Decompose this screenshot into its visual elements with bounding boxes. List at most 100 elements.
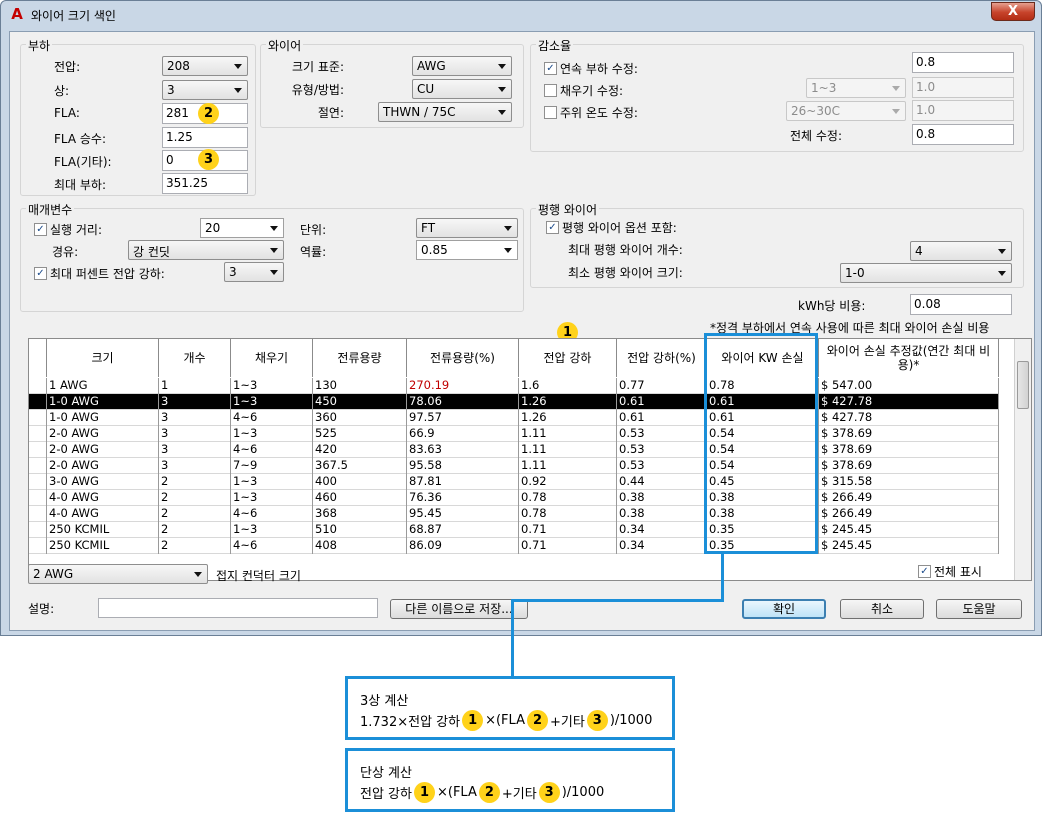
table-cell: 0.77 — [617, 378, 707, 394]
check-icon: ✓ — [546, 221, 559, 234]
fill-checkbox[interactable]: 채우기 수정: — [544, 82, 623, 99]
badge-3: 3 — [538, 782, 560, 803]
chevron-down-icon — [892, 109, 900, 114]
vertical-scrollbar[interactable] — [1014, 339, 1031, 580]
column-header[interactable]: 크기 — [47, 339, 159, 377]
table-cell: 2-0 AWG — [47, 442, 159, 458]
route-select[interactable]: 강 컨딧 — [128, 240, 284, 260]
run-distance-checkbox[interactable]: ✓ 실행 거리: — [34, 221, 102, 238]
table-cell: 3 — [159, 458, 231, 474]
continuous-load-checkbox[interactable]: ✓ 연속 부하 수정: — [544, 60, 638, 77]
close-button[interactable]: X — [991, 2, 1035, 21]
max-voltage-drop-label: 최대 퍼센트 전압 강하: — [50, 267, 165, 281]
table-cell: 460 — [313, 490, 407, 506]
row-selector[interactable] — [29, 394, 47, 410]
column-header[interactable]: 전류용량 — [313, 339, 407, 377]
max-voltage-drop-select[interactable]: 3 — [224, 262, 284, 282]
kwh-cost-input[interactable]: 0.08 — [910, 294, 1012, 315]
phase-select-value: 3 — [167, 83, 175, 97]
max-load-input[interactable]: 351.25 — [162, 173, 248, 194]
help-button[interactable]: 도움말 — [936, 599, 1022, 619]
unit-select[interactable]: FT — [416, 218, 518, 238]
derate-group-title: 감소율 — [536, 37, 574, 54]
scrollbar-thumb[interactable] — [1017, 361, 1029, 409]
table-row[interactable]: 4-0 AWG 2 4~6 368 95.45 0.78 0.38 0.38 $ 266.49 — [29, 506, 999, 522]
table-cell: 87.81 — [407, 474, 519, 490]
description-input[interactable] — [98, 598, 378, 618]
row-selector[interactable] — [29, 490, 47, 506]
save-as-button[interactable]: 다른 이름으로 저장... — [390, 599, 528, 619]
insulation-select[interactable]: THWN / 75C — [378, 102, 512, 122]
show-all-checkbox[interactable]: ✓ 전체 표시 — [918, 563, 982, 580]
table-cell: 270.19 — [407, 378, 519, 394]
table-row[interactable]: 2-0 AWG 3 4~6 420 83.63 1.11 0.53 0.54 $ 378.69 — [29, 442, 999, 458]
table-cell: 510 — [313, 522, 407, 538]
table-cell: 86.09 — [407, 538, 519, 554]
max-parallel-select[interactable]: 4 — [910, 241, 1012, 261]
dialog-body: 부하 전압: 208 상: 3 FLA: 281 FLA 승수: 1.25 FL… — [9, 31, 1035, 631]
power-factor-select[interactable]: 0.85 — [416, 240, 518, 260]
table-row[interactable]: 250 KCMIL 2 1~3 510 68.87 0.71 0.34 0.35 $ 245.4… — [29, 522, 999, 538]
size-standard-select[interactable]: AWG — [412, 56, 512, 76]
table-cell: 1.26 — [519, 394, 617, 410]
power-factor-value: 0.85 — [421, 243, 448, 257]
callout-line-horizontal — [511, 599, 724, 602]
table-cell: 368 — [313, 506, 407, 522]
table-row[interactable]: 2-0 AWG 3 1~3 525 66.9 1.11 0.53 0.54 $ 378.69 — [29, 426, 999, 442]
column-header[interactable]: 전압 강하(%) — [617, 339, 707, 377]
parallel-include-checkbox[interactable]: ✓ 평행 와이어 옵션 포함: — [546, 219, 677, 236]
table-row[interactable]: 1 AWG 1 1~3 130 270.19 1.6 0.77 0.78 $ 547.00 — [29, 378, 999, 394]
wire-type-select[interactable]: CU — [412, 79, 512, 99]
row-selector[interactable] — [29, 410, 47, 426]
table-row[interactable]: 1-0 AWG 3 1~3 450 78.06 1.26 0.61 0.61 $ 427.78 — [29, 394, 999, 410]
row-selector[interactable] — [29, 474, 47, 490]
insulation-value: THWN / 75C — [383, 105, 456, 119]
min-parallel-size-label: 최소 평행 와이어 크기: — [568, 266, 683, 280]
column-header[interactable]: 개수 — [159, 339, 231, 377]
table-cell: 1~3 — [231, 394, 313, 410]
chevron-down-icon — [270, 270, 278, 275]
row-selector[interactable] — [29, 426, 47, 442]
wire-results-table[interactable]: 크기 개수 채우기 전류용량 전류용량(%) 전압 강하 전압 강하(%) 와이어 KW 손실… — [28, 338, 1032, 581]
table-row[interactable]: 1-0 AWG 3 4~6 360 97.57 1.26 0.61 0.61 $ 427.78 — [29, 410, 999, 426]
formula-part: )/1000 — [609, 713, 653, 728]
column-header[interactable]: 전압 강하 — [519, 339, 617, 377]
run-distance-select[interactable]: 20 — [200, 218, 284, 238]
ambient-input[interactable]: 1.0 — [912, 100, 1014, 121]
row-selector[interactable] — [29, 506, 47, 522]
wire-size-dialog: A 와이어 크기 색인 X 부하 전압: 208 상: 3 FLA: 281 F… — [0, 0, 1042, 636]
table-row[interactable]: 4-0 AWG 2 1~3 460 76.36 0.78 0.38 0.38 $ 266.49 — [29, 490, 999, 506]
ok-button[interactable]: 확인 — [742, 599, 826, 619]
row-selector[interactable] — [29, 522, 47, 538]
row-selector[interactable] — [29, 442, 47, 458]
row-selector[interactable] — [29, 458, 47, 474]
ambient-checkbox[interactable]: 주위 온도 수정: — [544, 104, 638, 121]
size-standard-value: AWG — [417, 59, 446, 73]
fla-multiplier-input[interactable]: 1.25 — [162, 127, 248, 148]
badge-3: 3 — [198, 149, 219, 170]
chevron-down-icon — [998, 271, 1006, 276]
row-selector[interactable] — [29, 378, 47, 394]
table-cell: 450 — [313, 394, 407, 410]
column-header[interactable]: 전류용량(%) — [407, 339, 519, 377]
fla-label: FLA: — [54, 106, 80, 120]
column-header[interactable]: 와이어 손실 추정값(연간 최대 비용)* — [819, 339, 999, 377]
column-header[interactable]: 채우기 — [231, 339, 313, 377]
continuous-load-input[interactable]: 0.8 — [912, 52, 1014, 73]
fill-input[interactable]: 1.0 — [912, 77, 1014, 98]
cancel-button[interactable]: 취소 — [840, 599, 924, 619]
ambient-select[interactable]: 26~30C — [786, 101, 906, 121]
min-parallel-size-select[interactable]: 1-0 — [840, 263, 1012, 283]
total-derate-input[interactable]: 0.8 — [912, 124, 1014, 145]
title-bar[interactable]: A 와이어 크기 색인 X — [1, 1, 1041, 29]
phase-select[interactable]: 3 — [162, 80, 248, 100]
row-selector[interactable] — [29, 538, 47, 554]
table-row[interactable]: 250 KCMIL 2 4~6 408 86.09 0.71 0.34 0.35 $ 245.4… — [29, 538, 999, 554]
voltage-select[interactable]: 208 — [162, 56, 248, 76]
fill-select[interactable]: 1~3 — [806, 78, 906, 98]
fill-select-value: 1~3 — [811, 81, 837, 95]
table-row[interactable]: 3-0 AWG 2 1~3 400 87.81 0.92 0.44 0.45 $ 315.58 — [29, 474, 999, 490]
table-row[interactable]: 2-0 AWG 3 7~9 367.5 95.58 1.11 0.53 0.54 $ 378.6… — [29, 458, 999, 474]
max-voltage-drop-checkbox[interactable]: ✓ 최대 퍼센트 전압 강하: — [34, 265, 165, 282]
ground-conductor-select[interactable]: 2 AWG — [28, 564, 208, 584]
